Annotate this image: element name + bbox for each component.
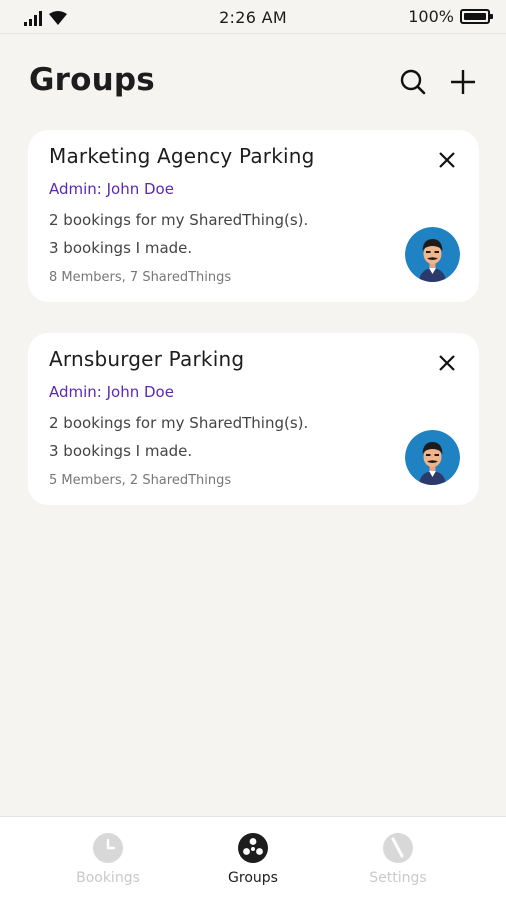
group-bookings-made: 3 bookings I made.: [49, 442, 193, 460]
group-admin: Admin: John Doe: [49, 383, 174, 401]
bottom-nav: Bookings Groups Settings: [0, 816, 506, 900]
avatar[interactable]: [405, 430, 460, 485]
group-bookings-made: 3 bookings I made.: [49, 239, 193, 257]
nav-label: Groups: [228, 870, 278, 886]
battery-icon: [460, 9, 493, 24]
battery-percentage: 100%: [408, 7, 454, 26]
search-button[interactable]: [398, 67, 428, 97]
group-title: Marketing Agency Parking: [49, 144, 315, 168]
page-title: Groups: [29, 62, 155, 98]
status-bar: 2:26 AM 100%: [0, 0, 506, 34]
nav-item-bookings[interactable]: Bookings: [48, 817, 168, 900]
groups-icon: [238, 833, 268, 863]
group-title: Arnsburger Parking: [49, 347, 245, 371]
nav-item-groups[interactable]: Groups: [193, 817, 313, 900]
close-icon: [439, 152, 455, 168]
groups-screen: 2:26 AM 100% Groups Marketing Agency Par…: [0, 0, 506, 900]
clock-icon: [93, 833, 123, 863]
group-admin: Admin: John Doe: [49, 180, 174, 198]
nav-label: Settings: [369, 870, 427, 886]
group-card[interactable]: Arnsburger Parking Admin: John Doe 2 boo…: [28, 333, 479, 505]
battery-level: [464, 13, 486, 20]
remove-group-button[interactable]: [435, 148, 459, 172]
nav-item-settings[interactable]: Settings: [338, 817, 458, 900]
avatar-icon: [405, 430, 460, 485]
nav-label: Bookings: [76, 870, 140, 886]
status-right: 100%: [408, 7, 493, 26]
group-bookings-for-mine: 2 bookings for my SharedThing(s).: [49, 211, 309, 229]
avatar-icon: [405, 227, 460, 282]
plus-icon: [451, 70, 475, 94]
remove-group-button[interactable]: [435, 351, 459, 375]
group-meta: 8 Members, 7 SharedThings: [49, 270, 232, 285]
avatar[interactable]: [405, 227, 460, 282]
group-meta: 5 Members, 2 SharedThings: [49, 473, 232, 488]
group-bookings-for-mine: 2 bookings for my SharedThing(s).: [49, 414, 309, 432]
settings-icon: [383, 833, 413, 863]
search-icon: [400, 69, 426, 95]
add-group-button[interactable]: [448, 67, 478, 97]
group-card[interactable]: Marketing Agency Parking Admin: John Doe…: [28, 130, 479, 302]
close-icon: [439, 355, 455, 371]
